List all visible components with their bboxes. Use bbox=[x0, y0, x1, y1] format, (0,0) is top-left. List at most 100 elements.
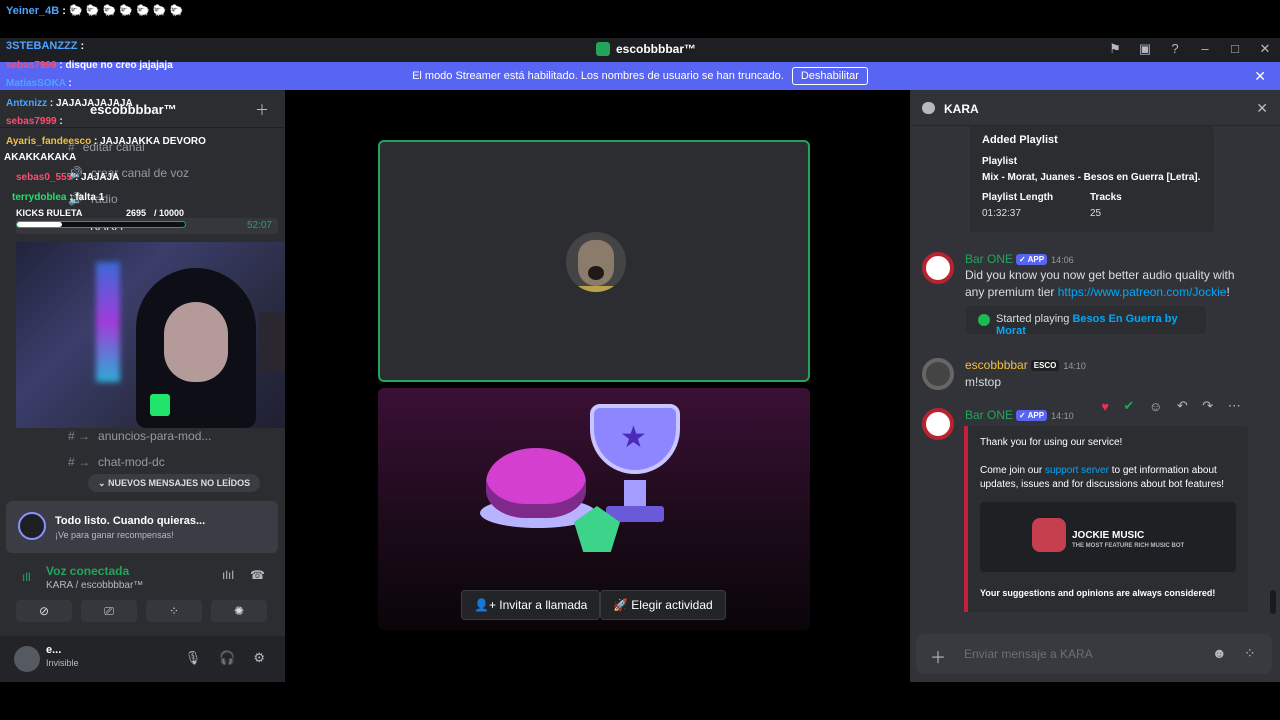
message-timestamp: 14:10 bbox=[1063, 361, 1086, 371]
overlay-chat-user: sebas0_555 bbox=[16, 172, 73, 183]
soundboard-button[interactable]: ✺ bbox=[211, 600, 267, 622]
tracks-label: Tracks bbox=[1090, 192, 1122, 203]
apps-icon[interactable]: ⁘ bbox=[1244, 645, 1256, 662]
kicks-progress-fill bbox=[17, 222, 63, 227]
overlay-chat-user: sebas7999 bbox=[6, 60, 57, 71]
app-badge: ✓ APP bbox=[1016, 410, 1048, 421]
now-playing-text: Started playing Besos En Guerra by Morat bbox=[996, 313, 1206, 337]
shell-illustration bbox=[486, 448, 586, 518]
attach-plus-icon[interactable]: ＋ bbox=[930, 644, 946, 668]
jockie-banner-subtitle: THE MOST FEATURE RICH MUSIC BOT bbox=[1072, 543, 1185, 549]
overlay-chat-line: sebas7999 : disque no creo jajajaja bbox=[6, 60, 173, 71]
avatar bbox=[566, 232, 626, 292]
new-messages-pill[interactable]: ⌄ NUEVOS MENSAJES NO LEÍDOS bbox=[88, 474, 261, 492]
message-author[interactable]: escobbbbar bbox=[965, 358, 1028, 372]
close-icon[interactable]: ✕ bbox=[1256, 100, 1268, 117]
message-author[interactable]: Bar ONE bbox=[965, 252, 1013, 266]
overlay-chat-line: sebas7999 : bbox=[6, 116, 63, 127]
forward-icon[interactable]: ↷ bbox=[1202, 398, 1213, 414]
disconnect-icon[interactable]: ☎ bbox=[250, 568, 265, 582]
star-icon: ★ bbox=[620, 421, 647, 454]
camera-off-button[interactable]: ⊘ bbox=[16, 600, 72, 622]
message-body-end: ! bbox=[1226, 285, 1230, 299]
voice-timer: 52:07 bbox=[246, 220, 272, 231]
overlay-chat-line: sebas0_555 : JAJAJA bbox=[16, 172, 119, 183]
quest-card[interactable]: Todo listo. Cuando quieras... ¡Ve para g… bbox=[6, 501, 278, 553]
channel-item[interactable]: # → chat-mod-dc bbox=[68, 455, 165, 469]
streamer-face bbox=[164, 302, 228, 382]
avatar[interactable] bbox=[922, 358, 954, 390]
length-value: 01:32:37 bbox=[982, 208, 1021, 219]
overlay-chat-text: : 🐑 🐑 🐑 🐑 🐑 🐑 🐑 bbox=[59, 5, 184, 17]
screen-share-button[interactable]: ⎚ bbox=[81, 600, 137, 622]
avatar[interactable] bbox=[14, 646, 40, 672]
headphones-icon[interactable]: 🎧 bbox=[219, 650, 235, 666]
minimize-icon[interactable]: – bbox=[1198, 41, 1212, 57]
quest-icon bbox=[18, 512, 46, 540]
activities-button[interactable]: ⁘ bbox=[146, 600, 202, 622]
noise-suppression-icon[interactable]: ılıl bbox=[222, 568, 234, 582]
window-icon[interactable]: ▣ bbox=[1138, 41, 1152, 57]
user-name[interactable]: e... bbox=[46, 644, 61, 656]
avatar-decoration bbox=[566, 286, 626, 292]
more-options-icon[interactable]: ⋯ bbox=[1228, 398, 1241, 414]
message-composer: ＋ ☻ ⁘ bbox=[916, 634, 1272, 674]
overlay-chat-line: terrydoblea : falta 1 bbox=[12, 192, 104, 203]
playlist-embed: Added Playlist Playlist Mix - Morat, Jua… bbox=[966, 126, 1214, 232]
participant-tile[interactable] bbox=[378, 140, 810, 382]
overlay-chat-line: Yeiner_4B : 🐑 🐑 🐑 🐑 🐑 🐑 🐑 bbox=[6, 4, 183, 17]
add-reaction-icon[interactable]: ☺ bbox=[1149, 399, 1162, 414]
reply-icon[interactable]: ↶ bbox=[1177, 398, 1188, 414]
check-reaction-icon[interactable]: ✔ bbox=[1124, 398, 1135, 414]
heart-reaction-icon[interactable]: ♥ bbox=[1101, 399, 1109, 414]
signal-icon[interactable]: ıll bbox=[22, 570, 31, 584]
message-input[interactable] bbox=[964, 643, 1204, 665]
close-icon[interactable]: ✕ bbox=[1258, 41, 1272, 57]
message-actions-toolbar: ♥ ✔ ☺ ↶ ↷ ⋯ bbox=[1096, 394, 1246, 418]
kicks-value: 2695 bbox=[126, 208, 147, 218]
scrollbar-thumb[interactable] bbox=[1270, 590, 1276, 614]
tracks-value: 25 bbox=[1090, 208, 1102, 219]
message-author[interactable]: Bar ONE bbox=[965, 408, 1013, 422]
chat-header: KARA ✕ bbox=[910, 90, 1280, 126]
avatar[interactable] bbox=[922, 408, 954, 440]
embed-text-part: Come join our bbox=[980, 465, 1046, 476]
help-icon[interactable]: ? bbox=[1168, 41, 1182, 57]
avatar[interactable] bbox=[922, 252, 954, 284]
quest-subtitle: ¡Ve para ganar recompensas! bbox=[55, 530, 174, 540]
disable-streamer-button[interactable]: Deshabilitar bbox=[791, 67, 868, 85]
call-stage: ★ 👤+ Invitar a llamada 🚀 Elegir activida… bbox=[285, 90, 910, 682]
kicks-label: KICKS RULETA bbox=[16, 208, 83, 218]
streamer-mode-banner: El modo Streamer está habilitado. Los no… bbox=[0, 62, 1280, 90]
user-panel: e... Invisible 🎙 🎧 ⚙ bbox=[0, 636, 285, 682]
embed-footer: Your suggestions and opinions are always… bbox=[980, 588, 1216, 598]
emoji-icon[interactable]: ☻ bbox=[1212, 645, 1227, 661]
overlay-chat-line: Antxnizz : JAJAJAJAJAJA bbox=[6, 98, 133, 109]
trophy-illustration: ★ bbox=[590, 404, 680, 474]
length-label: Playlist Length bbox=[982, 192, 1054, 203]
kicks-total: / 10000 bbox=[154, 208, 185, 218]
server-icon bbox=[596, 42, 610, 56]
inbox-icon[interactable]: ⚑ bbox=[1108, 41, 1122, 57]
add-user-icon: 👤+ bbox=[474, 598, 496, 612]
invite-to-call-button[interactable]: 👤+ Invitar a llamada bbox=[461, 590, 601, 620]
add-member-icon[interactable]: ＋ bbox=[255, 100, 269, 120]
stream-chat-overlay-top: Yeiner_4B : 🐑 🐑 🐑 🐑 🐑 🐑 🐑 bbox=[0, 0, 1280, 38]
patreon-link[interactable]: https://www.patreon.com/Jockie bbox=[1058, 285, 1227, 299]
maximize-icon[interactable]: □ bbox=[1228, 41, 1242, 57]
message-header: escobbbbar ESCO 14:10 bbox=[965, 358, 1086, 372]
window-title: escobbbbar™ bbox=[596, 42, 696, 56]
overlay-chat-user: Ayaris_fandeesco bbox=[6, 136, 92, 147]
voice-connected-title[interactable]: Voz conectada bbox=[46, 564, 129, 578]
settings-icon[interactable]: ⚙ bbox=[253, 650, 265, 666]
channel-item[interactable]: # → anuncios-para-mod... bbox=[68, 429, 211, 443]
close-icon[interactable]: ✕ bbox=[1254, 68, 1266, 85]
microphone-icon[interactable]: 🎙 bbox=[185, 650, 202, 666]
rocket-icon: 🚀 bbox=[613, 598, 628, 612]
voice-connected-channel[interactable]: KARA / escobbbbar™ bbox=[46, 580, 143, 591]
message-timestamp: 14:06 bbox=[1051, 255, 1074, 265]
app-badge: ✓ APP bbox=[1016, 254, 1048, 265]
support-server-link[interactable]: support server bbox=[1045, 465, 1109, 476]
led-lights bbox=[96, 262, 120, 382]
choose-activity-button[interactable]: 🚀 Elegir actividad bbox=[600, 590, 726, 620]
